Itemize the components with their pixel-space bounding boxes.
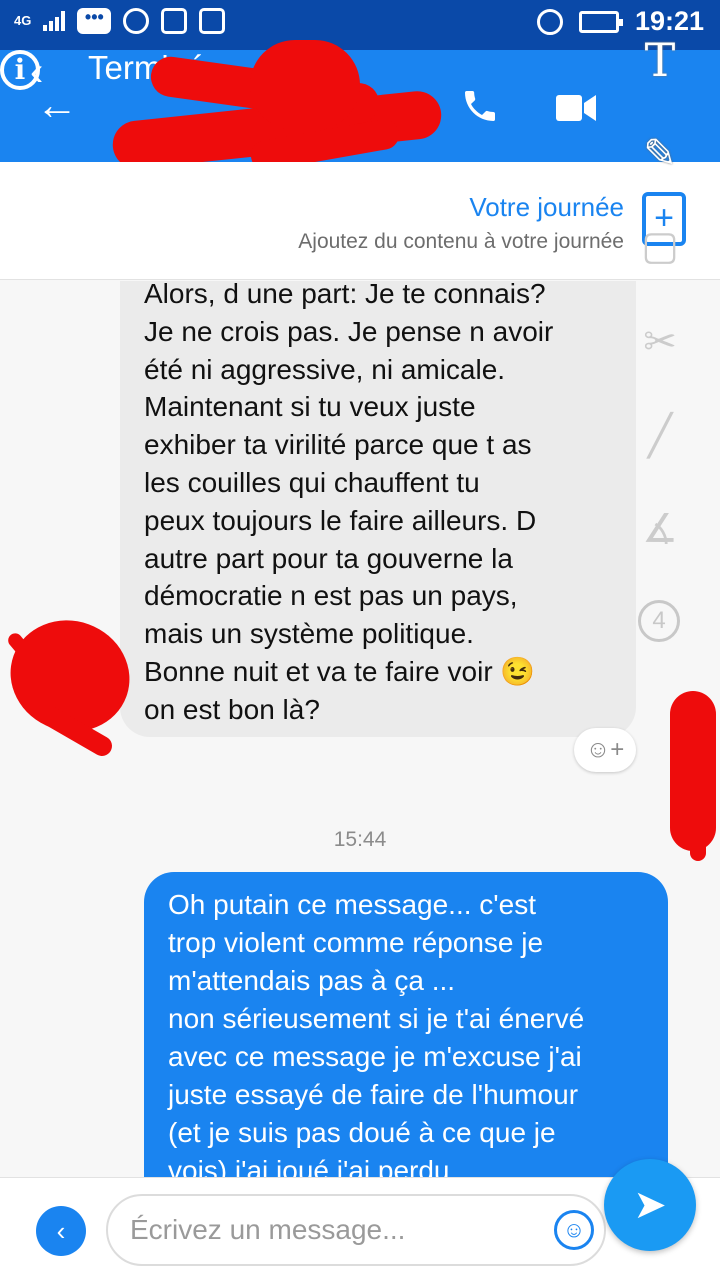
redaction-scribble	[690, 801, 706, 861]
messages-notification-icon: •••	[77, 8, 112, 34]
story-bar[interactable]: Votre journée Ajoutez du contenu à votre…	[0, 162, 720, 280]
back-arrow-icon[interactable]: ←	[36, 84, 78, 126]
send-button[interactable]: ➤	[604, 1159, 696, 1251]
scissors-icon[interactable]: ✂	[636, 318, 684, 366]
message-input[interactable]	[130, 1206, 530, 1254]
text-tool-icon[interactable]: T	[636, 36, 684, 84]
message-timestamp: 15:44	[333, 828, 387, 851]
paperclip-icon[interactable]: ∡	[636, 505, 684, 553]
battery-icon	[578, 10, 623, 33]
status-bar: 4G ••• 19:21	[0, 0, 720, 50]
phone-call-icon[interactable]	[460, 86, 500, 126]
sent-message-text: Oh putain ce message... c'est trop viole…	[168, 889, 585, 1177]
timer-icon[interactable]: 4	[638, 600, 680, 642]
story-title[interactable]: Votre journée	[469, 192, 624, 223]
video-call-icon[interactable]	[556, 95, 596, 121]
received-message-text: Alors, d une part: Je te connais? Je ne …	[144, 281, 554, 725]
emoji-icon[interactable]: ☺	[554, 1210, 594, 1250]
paint-brush-icon[interactable]: ╱	[636, 412, 684, 460]
alarm-icon	[536, 8, 563, 35]
redaction-scribble	[250, 40, 360, 130]
conversation-header: ‹ Terminé ← i	[0, 40, 720, 173]
message-list[interactable]: Alors, d une part: Je te connais? Je ne …	[0, 281, 720, 1177]
sticker-icon[interactable]: ▢	[636, 222, 684, 270]
calendar-notification-icon	[161, 8, 188, 34]
received-message-bubble[interactable]: Alors, d une part: Je te connais? Je ne …	[120, 281, 636, 737]
add-reaction-icon[interactable]: ☺+	[574, 728, 636, 772]
message-input-container[interactable]: ☺	[106, 1194, 606, 1266]
sent-message-bubble[interactable]: Oh putain ce message... c'est trop viole…	[144, 872, 668, 1177]
signal-icon	[43, 11, 66, 31]
image-notification-icon	[199, 8, 226, 34]
story-subtitle: Ajoutez du contenu à votre journée	[298, 230, 624, 253]
network-type: 4G	[14, 13, 32, 28]
pencil-icon[interactable]: ✎	[636, 130, 684, 178]
share-icon[interactable]: ‹	[36, 1206, 86, 1256]
media-notification-icon	[123, 8, 150, 34]
